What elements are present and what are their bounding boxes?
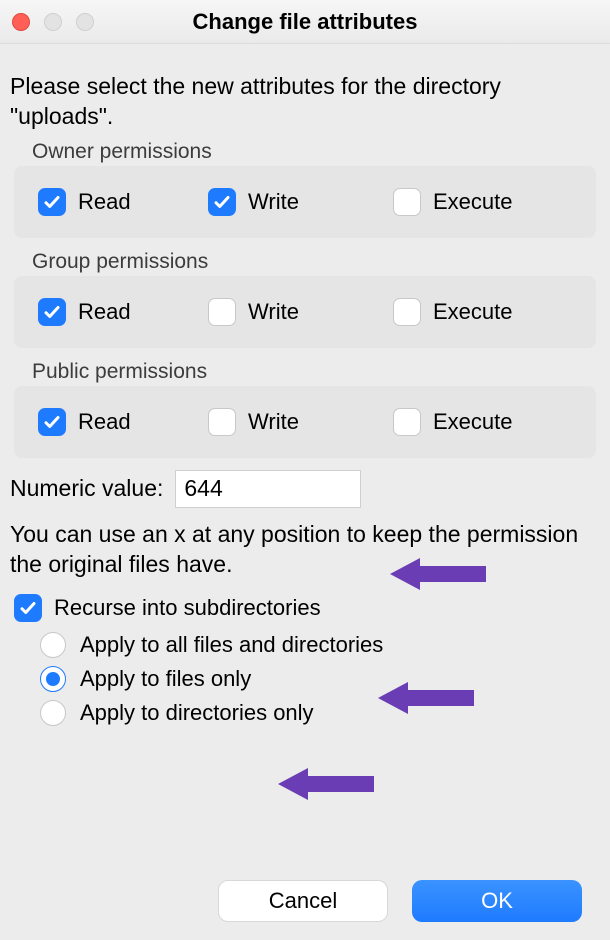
owner-read-label: Read (78, 189, 131, 215)
group-read-label: Read (78, 299, 131, 325)
apply-all-radio[interactable] (40, 632, 66, 658)
close-icon[interactable] (12, 13, 30, 31)
apply-files-radio[interactable] (40, 666, 66, 692)
public-permissions-box: Read Write Execute (14, 386, 596, 458)
group-write-label: Write (248, 299, 299, 325)
public-execute-checkbox[interactable] (393, 408, 421, 436)
public-write-label: Write (248, 409, 299, 435)
cancel-button[interactable]: Cancel (218, 880, 388, 922)
owner-write-checkbox[interactable] (208, 188, 236, 216)
arrow-icon (278, 762, 378, 806)
apply-files-label: Apply to files only (80, 666, 251, 692)
hint-text: You can use an x at any position to keep… (10, 520, 600, 580)
owner-execute-checkbox[interactable] (393, 188, 421, 216)
titlebar: Change file attributes (0, 0, 610, 44)
owner-permissions-label: Owner permissions (32, 140, 600, 164)
group-read-checkbox[interactable] (38, 298, 66, 326)
public-write-checkbox[interactable] (208, 408, 236, 436)
owner-execute-label: Execute (433, 189, 513, 215)
recurse-label: Recurse into subdirectories (54, 595, 321, 621)
dialog-buttons: Cancel OK (218, 880, 582, 922)
dialog-content: Please select the new attributes for the… (0, 44, 610, 726)
minimize-icon[interactable] (44, 13, 62, 31)
group-write-checkbox[interactable] (208, 298, 236, 326)
public-read-label: Read (78, 409, 131, 435)
owner-write-label: Write (248, 189, 299, 215)
apply-radio-group: Apply to all files and directories Apply… (40, 632, 600, 726)
intro-text: Please select the new attributes for the… (10, 72, 600, 132)
zoom-icon[interactable] (76, 13, 94, 31)
recurse-checkbox[interactable] (14, 594, 42, 622)
apply-all-label: Apply to all files and directories (80, 632, 383, 658)
group-execute-checkbox[interactable] (393, 298, 421, 326)
public-read-checkbox[interactable] (38, 408, 66, 436)
owner-read-checkbox[interactable] (38, 188, 66, 216)
group-permissions-box: Read Write Execute (14, 276, 596, 348)
apply-dirs-radio[interactable] (40, 700, 66, 726)
public-permissions-label: Public permissions (32, 360, 600, 384)
numeric-value-label: Numeric value: (10, 475, 163, 502)
public-execute-label: Execute (433, 409, 513, 435)
apply-dirs-label: Apply to directories only (80, 700, 314, 726)
ok-button[interactable]: OK (412, 880, 582, 922)
window-controls (12, 13, 94, 31)
owner-permissions-box: Read Write Execute (14, 166, 596, 238)
group-execute-label: Execute (433, 299, 513, 325)
group-permissions-label: Group permissions (32, 250, 600, 274)
numeric-value-input[interactable] (175, 470, 361, 508)
